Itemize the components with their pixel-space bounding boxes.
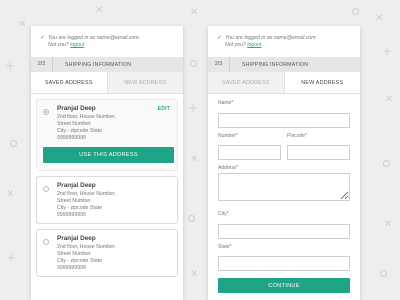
step-indicator: 2/3 <box>208 57 230 72</box>
bg-circle-icon <box>188 215 195 222</box>
bg-cross-icon: ✕ <box>375 13 384 24</box>
shipping-header: 2/3 SHIPPING INFORMATION <box>31 57 183 72</box>
bg-circle-icon <box>190 60 197 67</box>
address-phone: 9999999999 <box>57 212 86 218</box>
address-radio[interactable] <box>43 109 49 115</box>
login-message: You are logged in as name@email.com. <box>48 35 141 41</box>
pincode-field[interactable] <box>287 145 350 160</box>
address-tabs: SAVED ADDRESS NEW ADDRESS <box>31 72 183 94</box>
address-label: Address* <box>218 165 239 171</box>
bg-cross-icon: ✕ <box>384 219 393 230</box>
address-line: 2nd floor, House Number, <box>57 191 116 197</box>
state-label: State* <box>218 243 232 250</box>
address-radio[interactable] <box>43 186 49 192</box>
pincode-label: Pincode* <box>287 132 308 139</box>
logout-link[interactable]: logout <box>247 42 261 48</box>
login-status: ✓ You are logged in as name@email.com. N… <box>208 26 360 57</box>
number-field[interactable] <box>218 145 281 160</box>
address-name: Pranjal Deep <box>57 235 96 242</box>
tab-new-address[interactable]: NEW ADDRESS <box>284 72 360 93</box>
address-field[interactable] <box>218 173 350 201</box>
bg-circle-icon <box>380 270 387 277</box>
address-line: 2nd floor, House Number, <box>57 114 116 120</box>
new-address-form: Name* Number* Pincode* Address* City* St… <box>208 94 360 293</box>
address-line: Street Number <box>57 251 91 257</box>
address-phone: 9999999999 <box>57 135 86 141</box>
continue-button[interactable]: CONTINUE <box>218 278 350 293</box>
shipping-title: SHIPPING INFORMATION <box>65 61 132 68</box>
login-status: ✓ You are logged in as name@email.com. N… <box>31 26 183 57</box>
address-line: City - zipcode State <box>57 258 102 264</box>
step-indicator: 2/3 <box>31 57 53 72</box>
address-line: 2nd floor, House Number, <box>57 244 116 250</box>
city-field[interactable] <box>218 223 350 239</box>
state-field[interactable] <box>218 256 350 271</box>
bg-cross-icon: ✕ <box>190 154 199 165</box>
address-line: Street Number <box>57 198 91 204</box>
name-label: Name* <box>218 100 234 106</box>
bg-cross-icon: ✕ <box>190 7 199 18</box>
bg-plus-icon: + <box>5 59 16 73</box>
address-line: City - zipcode State <box>57 205 102 211</box>
bg-cross-icon: ✕ <box>18 19 27 30</box>
bg-circle-icon <box>383 160 390 167</box>
address-line: Street Number <box>57 121 91 127</box>
address-card[interactable]: Pranjal Deep 2nd floor, House Number, St… <box>36 229 178 277</box>
new-address-panel: ✓ You are logged in as name@email.com. N… <box>208 26 360 300</box>
not-you-text: Not you? <box>48 42 69 49</box>
shipping-title: SHIPPING INFORMATION <box>242 61 309 68</box>
address-radio[interactable] <box>43 239 49 245</box>
address-list: EDIT Pranjal Deep 2nd floor, House Numbe… <box>31 94 183 277</box>
bg-cross-icon: ✕ <box>6 189 15 200</box>
address-name: Pranjal Deep <box>57 182 96 189</box>
bg-cross-icon: ✕ <box>95 5 104 16</box>
use-this-address-button[interactable]: USE THIS ADDRESS <box>43 147 174 163</box>
not-you-text: Not you? <box>225 42 246 49</box>
check-icon: ✓ <box>217 35 223 41</box>
tab-saved-address[interactable]: SAVED ADDRESS <box>208 72 285 93</box>
bg-cross-icon: ✕ <box>190 269 199 280</box>
bg-circle-icon <box>352 8 359 15</box>
saved-address-panel: ✓ You are logged in as name@email.com. N… <box>31 26 183 300</box>
address-line: City - zipcode State <box>57 128 102 134</box>
address-name: Pranjal Deep <box>57 105 96 112</box>
edit-address-link[interactable]: EDIT <box>158 106 170 112</box>
number-label: Number* <box>218 132 238 139</box>
tab-saved-address[interactable]: SAVED ADDRESS <box>31 72 108 93</box>
login-message: You are logged in as name@email.com. <box>225 35 318 41</box>
bg-plus-icon: + <box>188 101 199 115</box>
bg-plus-icon: + <box>382 44 393 58</box>
city-label: City* <box>218 211 229 217</box>
bg-cross-icon: ✕ <box>385 94 394 105</box>
logout-link[interactable]: logout <box>70 42 84 48</box>
address-card[interactable]: Pranjal Deep 2nd floor, House Number, St… <box>36 176 178 224</box>
address-phone: 9999999999 <box>57 265 86 271</box>
bg-plus-icon: + <box>6 251 17 265</box>
shipping-header: 2/3 SHIPPING INFORMATION <box>208 57 360 72</box>
address-card[interactable]: EDIT Pranjal Deep 2nd floor, House Numbe… <box>36 99 178 171</box>
tab-new-address[interactable]: NEW ADDRESS <box>107 72 183 93</box>
check-icon: ✓ <box>40 35 46 41</box>
bg-circle-icon <box>10 140 17 147</box>
address-tabs: SAVED ADDRESS NEW ADDRESS <box>208 72 360 94</box>
name-field[interactable] <box>218 112 350 128</box>
